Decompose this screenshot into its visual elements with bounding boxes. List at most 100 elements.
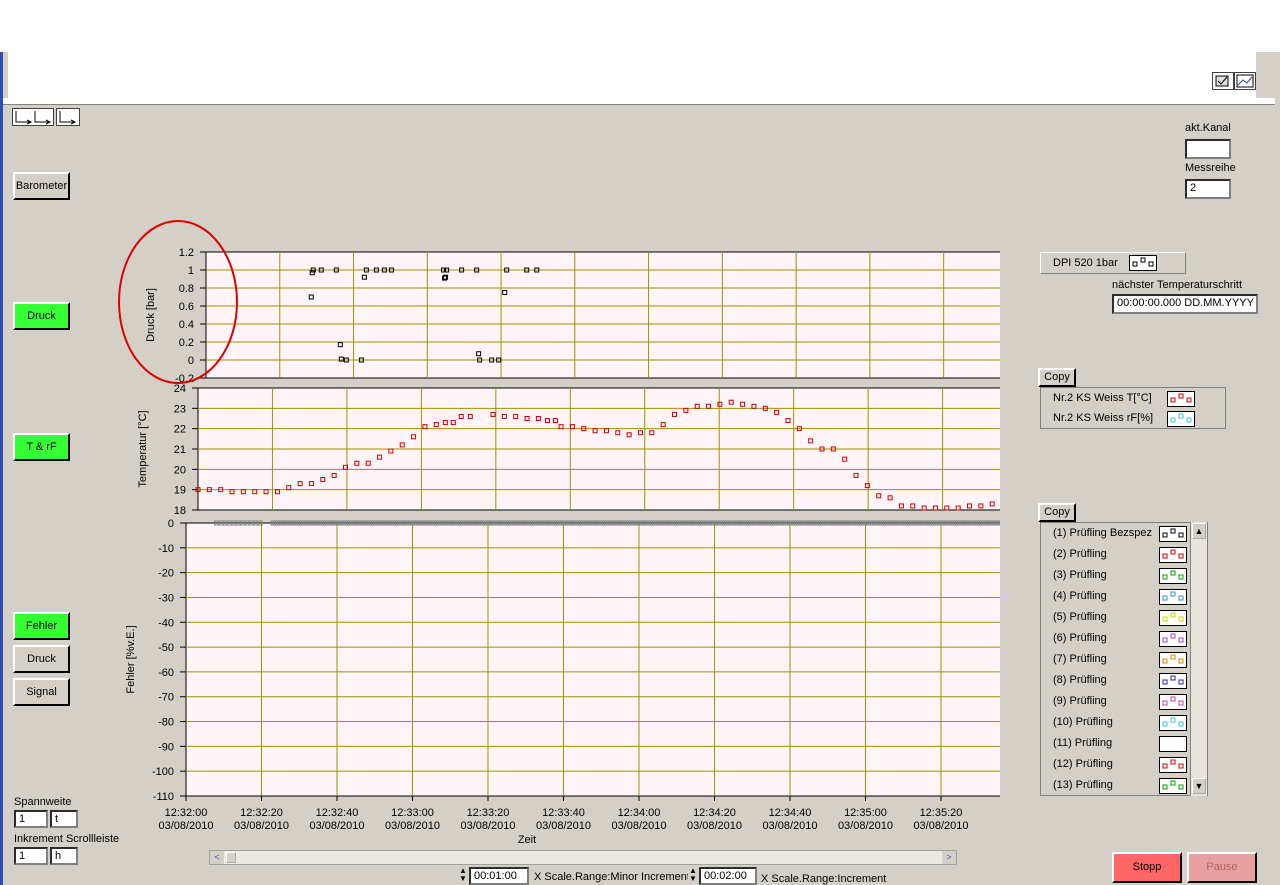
spannweite-unit-input[interactable]: t <box>50 810 78 828</box>
title-area <box>0 0 1280 52</box>
plot-swatch[interactable] <box>1159 757 1187 773</box>
plot-swatch[interactable] <box>1159 568 1187 584</box>
plot-swatch[interactable] <box>1159 610 1187 626</box>
time-scrollbar[interactable]: < > <box>209 850 957 865</box>
header-divider <box>3 98 1275 105</box>
barometer-button[interactable]: Barometer <box>13 172 70 200</box>
druck-button[interactable]: Druck <box>13 645 70 673</box>
scroll-left-icon[interactable]: < <box>210 851 224 864</box>
y-axis-label: Temperatur [°C] <box>137 410 149 487</box>
x-tick-label: 03/08/2010 <box>158 820 213 832</box>
legend-item-label: (10) Prüfling <box>1053 716 1113 728</box>
legend-fehler-item[interactable]: (5) Prüfling <box>1053 607 1107 628</box>
inkrement-value-input[interactable]: 1 <box>14 847 48 865</box>
legend-tr-item[interactable]: Nr.2 KS Weiss rF[%] <box>1053 408 1153 429</box>
y-axis-label: Fehler [%v.E.] <box>125 625 137 693</box>
inkrement-unit-input[interactable]: h <box>50 847 78 865</box>
plot-swatch[interactable] <box>1159 547 1187 563</box>
copy-tr-button[interactable]: Copy <box>1038 368 1076 387</box>
x-tick-label: 03/08/2010 <box>611 820 666 832</box>
legend-item-label: (13) Prüfling <box>1053 779 1113 791</box>
plot-swatch[interactable] <box>1167 411 1195 427</box>
legend-fehler-item[interactable]: (4) Prüfling <box>1053 586 1107 607</box>
signal-button[interactable]: Signal <box>13 678 70 706</box>
minor-increment-input[interactable]: 00:01:00 <box>469 867 529 885</box>
legend-fehler-item[interactable]: (9) Prüfling <box>1053 691 1107 712</box>
akt-kanal-field <box>1185 139 1231 159</box>
scroll-down-icon[interactable]: ▼ <box>1192 778 1206 794</box>
legend-fehler-item[interactable]: (10) Prüfling <box>1053 712 1113 733</box>
legend-scrollbar[interactable]: ▲ ▼ <box>1190 522 1207 796</box>
druck-graph-button[interactable]: Druck <box>13 302 70 330</box>
spannweite-value-input[interactable]: 1 <box>14 810 48 828</box>
x-tick-label: 12:34:40 <box>769 807 812 819</box>
plot-area <box>205 251 1000 379</box>
fehler-legend[interactable]: (1) Prüfling Bezspez (2) Prüfling (3) Prüf… <box>1040 522 1208 796</box>
x-tick-label: 03/08/2010 <box>536 820 591 832</box>
scroll-thumb[interactable] <box>226 852 236 863</box>
increment-spinner[interactable]: ▲ ▼ <box>688 867 698 885</box>
scroll-up-icon[interactable]: ▲ <box>1192 523 1206 539</box>
t-rf-button[interactable]: T & rF <box>13 433 70 461</box>
plot-swatch[interactable] <box>1159 673 1187 689</box>
x-tick-label: 03/08/2010 <box>913 820 968 832</box>
y-tick-label: -80 <box>158 717 174 729</box>
dpi-legend[interactable]: DPI 520 1bar <box>1040 252 1186 274</box>
y-tick-label: 18 <box>174 505 186 517</box>
legend-item-label: Nr.2 KS Weiss rF[%] <box>1053 412 1154 424</box>
legend-fehler-item[interactable]: (11) Prüfling <box>1053 733 1112 754</box>
fehler-button[interactable]: Fehler <box>13 612 70 640</box>
plot-swatch[interactable] <box>1159 526 1187 542</box>
plot-swatch[interactable] <box>1159 778 1187 794</box>
tr-legend[interactable]: Nr.2 KS Weiss T[°C] Nr.2 KS Weiss rF[%] <box>1040 387 1226 429</box>
pause-button[interactable]: Pause <box>1187 852 1257 883</box>
plot-swatch[interactable] <box>1159 736 1187 752</box>
y-tick-label: -10 <box>158 543 174 555</box>
plot-swatch[interactable] <box>1159 652 1187 668</box>
messreihe-field: 2 <box>1185 179 1231 199</box>
stopp-button[interactable]: Stopp <box>1112 852 1182 883</box>
next-temp-field: 00:00:00.000 DD.MM.YYYY <box>1112 294 1258 314</box>
minor-increment-label: X Scale.Range:Minor Increment <box>534 871 690 883</box>
plot-swatch[interactable] <box>1159 589 1187 605</box>
properties-icon[interactable] <box>1212 72 1234 90</box>
y-tick-label: 23 <box>174 403 186 415</box>
legend-fehler-item[interactable]: (13) Prüfling <box>1053 775 1113 795</box>
legend-item-label: (12) Prüfling <box>1053 758 1113 770</box>
legend-fehler-item[interactable]: (12) Prüfling <box>1053 754 1113 775</box>
legend-fehler-item[interactable]: (1) Prüfling Bezspez <box>1053 523 1152 544</box>
y-tick-label: -20 <box>158 568 174 580</box>
plot-swatch[interactable] <box>1159 715 1187 731</box>
next-temp-label: nächster Temperaturschritt <box>1112 279 1243 291</box>
legend-item-label: (9) Prüfling <box>1053 695 1107 707</box>
plot-swatch[interactable] <box>1159 694 1187 710</box>
y-tick-label: -50 <box>158 642 174 654</box>
copy-fehler-button[interactable]: Copy <box>1038 503 1076 522</box>
legend-fehler-item[interactable]: (8) Prüfling <box>1053 670 1107 691</box>
legend-item-label: (8) Prüfling <box>1053 674 1107 686</box>
window-edge <box>0 52 3 885</box>
y-tick-label: -70 <box>158 692 174 704</box>
scroll-right-icon[interactable]: > <box>942 851 956 864</box>
axis-tool-icon[interactable] <box>56 108 80 126</box>
x-tick-label: 12:33:00 <box>391 807 434 819</box>
x-tick-label: 12:32:40 <box>316 807 359 819</box>
y-tick-label: -40 <box>158 617 174 629</box>
legend-fehler-item[interactable]: (2) Prüfling <box>1053 544 1107 565</box>
graph-icon[interactable] <box>1234 72 1256 90</box>
x-tick-label: 03/08/2010 <box>762 820 817 832</box>
increment-input[interactable]: 00:02:00 <box>699 867 757 885</box>
y-tick-label: 20 <box>174 464 186 476</box>
dpi-plot-swatch[interactable] <box>1129 255 1157 271</box>
axis-tool-icon[interactable] <box>12 108 54 126</box>
x-tick-label: 12:32:00 <box>165 807 208 819</box>
legend-tr-item[interactable]: Nr.2 KS Weiss T[°C] <box>1053 388 1152 409</box>
plot-swatch[interactable] <box>1159 631 1187 647</box>
legend-item-label: (3) Prüfling <box>1053 569 1107 581</box>
legend-fehler-item[interactable]: (7) Prüfling <box>1053 649 1107 670</box>
minor-increment-spinner[interactable]: ▲ ▼ <box>458 867 468 885</box>
legend-fehler-item[interactable]: (3) Prüfling <box>1053 565 1107 586</box>
plot-swatch[interactable] <box>1167 391 1195 407</box>
x-tick-label: 12:33:40 <box>542 807 585 819</box>
legend-fehler-item[interactable]: (6) Prüfling <box>1053 628 1107 649</box>
